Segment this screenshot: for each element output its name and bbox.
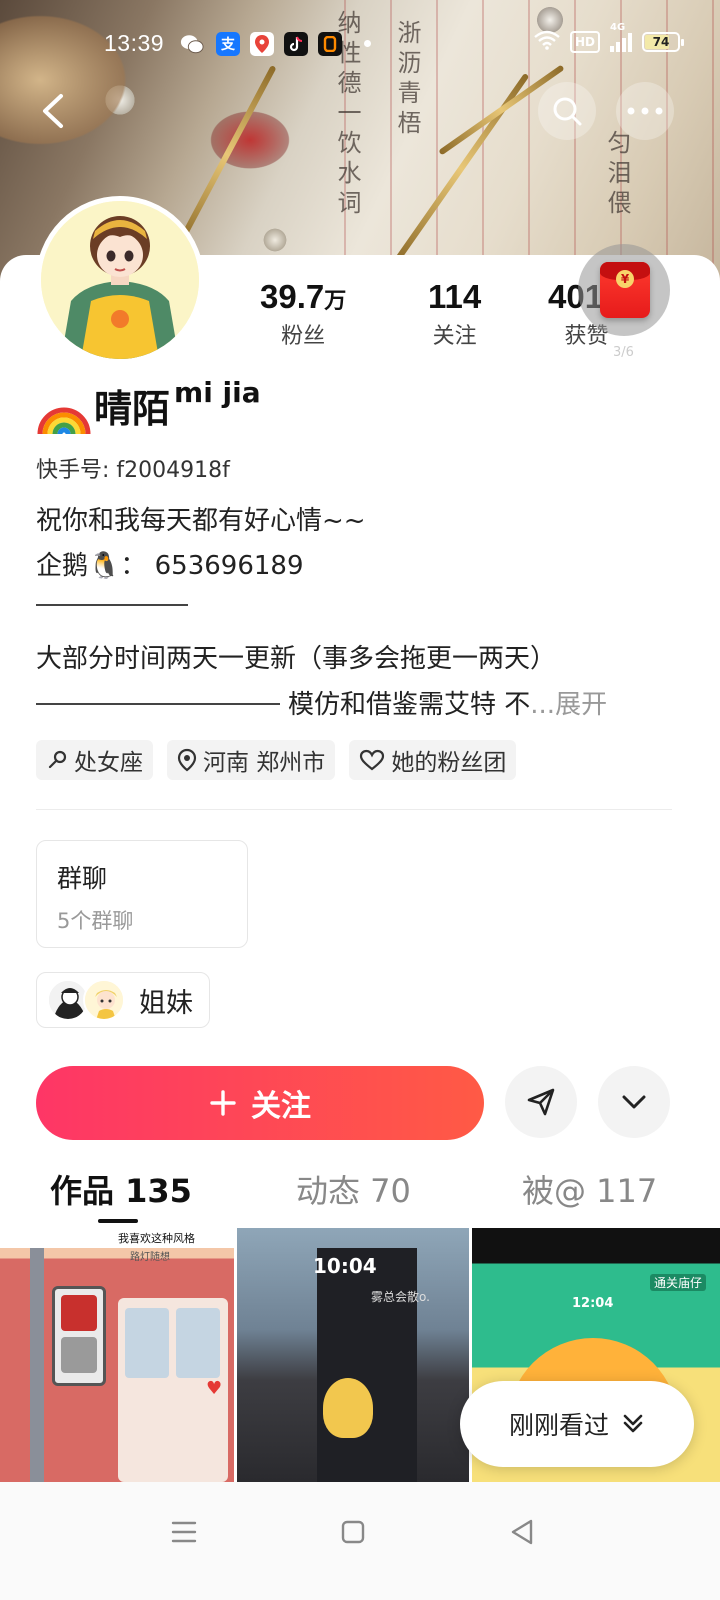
cover-calligraphy: 匀泪偎	[603, 130, 631, 220]
sisters-relation-chip[interactable]: 姐妹	[36, 972, 210, 1028]
thumb-2-caption: 雾总会散o.	[371, 1290, 430, 1304]
map-pin-app-icon	[250, 32, 274, 56]
system-navigation-bar	[0, 1482, 720, 1600]
bio-line-4: 模仿和借鉴需艾特 不...展开	[36, 684, 607, 721]
sisters-label: 姐妹	[139, 987, 193, 1019]
video-thumbnail-2[interactable]: 10:04 雾总会散o.	[237, 1228, 469, 1482]
heart-fan-icon	[360, 749, 385, 771]
friend-avatar	[83, 979, 125, 1021]
notification-dot-icon	[364, 40, 371, 47]
bio-ellipsis: ...	[530, 690, 556, 720]
recently-viewed-label: 刚刚看过	[508, 1411, 609, 1440]
home-nav-button[interactable]	[333, 1512, 373, 1552]
expand-recommendations-button[interactable]	[598, 1066, 670, 1138]
group-chat-card[interactable]: 群聊 5个群聊	[36, 840, 248, 948]
red-envelope-icon	[600, 262, 650, 318]
thumb-3-time: 12:04	[572, 1296, 614, 1311]
stat-following-value: 114	[428, 278, 482, 315]
bio-long-divider	[36, 702, 280, 705]
tag-fan-club-label: 她的粉丝团	[391, 750, 507, 776]
search-button[interactable]	[538, 82, 596, 140]
profile-name-text: 晴陌	[94, 387, 171, 431]
avatar[interactable]	[36, 196, 204, 364]
red-packet-pager: 3/6	[613, 345, 634, 360]
group-chat-title: 群聊	[57, 864, 108, 893]
network-type: 4G	[610, 22, 626, 33]
wechat-icon	[180, 32, 204, 56]
tag-zodiac-label: 处女座	[74, 750, 143, 776]
bio-line-2: 企鹅🐧： 653696189	[36, 551, 304, 581]
hamburger-menu-icon	[171, 1521, 197, 1543]
square-home-icon	[341, 1520, 365, 1544]
wifi-icon	[534, 30, 560, 54]
profile-tags: 处女座 河南 郑州市 她的粉丝团	[36, 740, 517, 780]
thumb-1-caption: 我喜欢这种风格	[118, 1232, 195, 1245]
location-pin-icon	[177, 748, 197, 772]
stat-fans-unit: 万	[324, 289, 347, 314]
back-button[interactable]	[24, 82, 82, 140]
triangle-back-icon	[511, 1519, 533, 1545]
bio-line-3: 大部分时间两天一更新（事多会拖更一两天）	[36, 644, 557, 674]
recently-viewed-button[interactable]: 刚刚看过	[460, 1381, 694, 1467]
active-tab-indicator	[98, 1219, 138, 1223]
tag-fan-club[interactable]: 她的粉丝团	[349, 740, 517, 780]
traffic-light-icon	[52, 1286, 106, 1386]
avatar-illustration-icon	[41, 201, 199, 359]
status-time: 13:39	[104, 30, 165, 56]
cover-hairpin	[177, 65, 277, 245]
zodiac-virgo-icon	[48, 750, 67, 769]
rainbow-icon	[37, 407, 91, 435]
tag-zodiac[interactable]: 处女座	[36, 740, 153, 780]
send-message-button[interactable]	[505, 1066, 577, 1138]
tab-mentions[interactable]: 被@ 117	[522, 1166, 657, 1212]
bio-line-4-text: 模仿和借鉴需艾特 不	[288, 690, 531, 720]
follow-button[interactable]: 关注	[36, 1066, 484, 1140]
stat-following[interactable]: 114 关注	[428, 278, 481, 350]
thumb-3-badge: 通关庙仔	[650, 1274, 707, 1291]
battery-icon: 74	[642, 32, 684, 52]
section-divider	[36, 809, 672, 810]
paper-plane-icon	[527, 1088, 555, 1116]
signal-icon: 4G	[610, 22, 632, 52]
stat-following-label: 关注	[432, 324, 477, 349]
tag-location-label: 河南 郑州市	[203, 750, 326, 776]
red-packet-button[interactable]	[578, 244, 670, 336]
follow-button-label: 关注	[251, 1089, 311, 1124]
stat-fans[interactable]: 39.7万 粉丝	[260, 278, 346, 350]
search-icon	[553, 97, 582, 126]
profile-name-suffix: mi jia	[174, 376, 261, 409]
profile-name: 晴陌 mi jia	[36, 376, 261, 435]
game-character-icon	[323, 1378, 373, 1438]
orange-app-icon	[318, 32, 342, 56]
back-nav-button[interactable]	[502, 1512, 542, 1552]
hd-badge: HD	[569, 31, 600, 53]
stat-fans-value: 39.7	[260, 278, 325, 315]
douyin-app-icon	[284, 32, 308, 56]
video-thumbnail-1[interactable]: 我喜欢这种风格 路灯随想 ♥	[0, 1228, 234, 1482]
chevron-left-icon	[43, 94, 63, 128]
thumb-1-sub: 路灯随想	[130, 1252, 170, 1263]
alipay-icon: 支	[216, 32, 240, 56]
chevron-down-icon	[622, 1095, 646, 1109]
kuaishou-id[interactable]: 快手号: f2004918f	[36, 452, 230, 484]
plus-icon	[210, 1090, 236, 1116]
thumb-2-time: 10:04	[313, 1254, 377, 1278]
like-heart-icon: ♥	[206, 1378, 223, 1399]
bio-divider	[36, 604, 188, 606]
content-tabs: 作品 135 动态 70 被@ 117	[0, 1166, 720, 1226]
stat-fans-label: 粉丝	[281, 324, 326, 349]
bio-line-1: 祝你和我每天都有好心情~~	[36, 506, 366, 536]
status-bar: 13:39 支 HD 4G 74	[0, 22, 720, 62]
double-chevron-down-icon	[623, 1414, 643, 1433]
menu-nav-button[interactable]	[164, 1512, 204, 1552]
more-options-button[interactable]	[616, 82, 674, 140]
tag-location[interactable]: 河南 郑州市	[167, 740, 336, 780]
more-dots-icon	[627, 107, 663, 115]
tab-moments[interactable]: 动态 70	[296, 1166, 411, 1212]
group-chat-subtitle: 5个群聊	[57, 909, 134, 933]
bio-expand-link[interactable]: 展开	[555, 690, 607, 720]
tab-works[interactable]: 作品 135	[50, 1166, 192, 1212]
battery-level: 74	[652, 35, 670, 49]
